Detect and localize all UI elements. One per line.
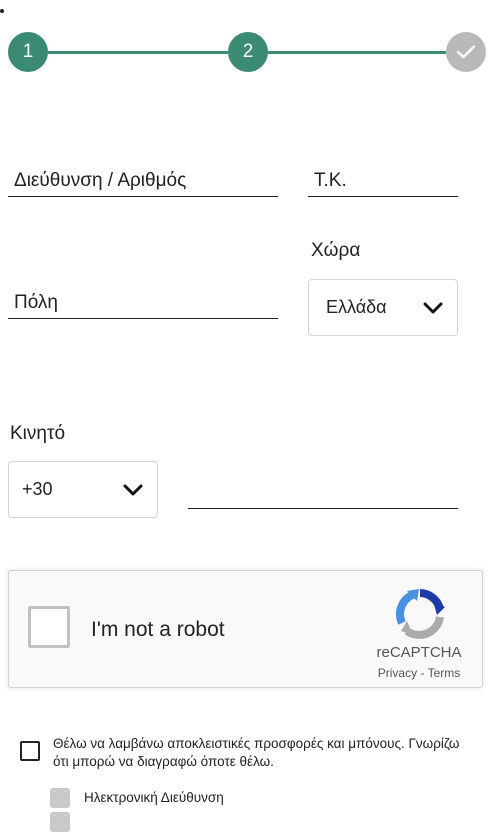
country-select-value: Ελλάδα bbox=[326, 297, 387, 317]
address-field bbox=[8, 166, 278, 197]
step-2-label: 2 bbox=[242, 41, 254, 62]
chevron-down-icon bbox=[123, 484, 143, 495]
step-connector-1 bbox=[48, 51, 228, 54]
recaptcha-widget: I'm not a robot reCAPTCHA Privacy - Term… bbox=[8, 570, 483, 688]
step-2[interactable]: 2 bbox=[228, 32, 268, 72]
city-field bbox=[8, 288, 278, 319]
links-separator: - bbox=[417, 666, 428, 680]
country-label: Χώρα bbox=[311, 240, 361, 261]
privacy-link[interactable]: Privacy bbox=[378, 666, 417, 680]
email-option-checkbox[interactable] bbox=[50, 788, 70, 808]
recaptcha-label: I'm not a robot bbox=[91, 618, 225, 641]
country-select[interactable]: Ελλάδα bbox=[308, 279, 458, 336]
zip-input[interactable] bbox=[308, 170, 458, 192]
phone-code-value: +30 bbox=[22, 479, 53, 499]
recaptcha-brand: reCAPTCHA bbox=[376, 644, 462, 661]
next-option-checkbox[interactable] bbox=[50, 812, 70, 832]
chevron-down-icon bbox=[423, 302, 443, 313]
recaptcha-links: Privacy - Terms bbox=[369, 666, 469, 680]
progress-stepper: 1 2 bbox=[0, 0, 490, 100]
mobile-label: Κινητό bbox=[10, 423, 66, 444]
check-icon bbox=[456, 45, 476, 59]
recaptcha-checkbox[interactable] bbox=[28, 606, 70, 648]
step-1[interactable]: 1 bbox=[8, 32, 48, 72]
recaptcha-logo-icon bbox=[396, 589, 445, 639]
step-connector-2 bbox=[268, 51, 446, 54]
newsletter-checkbox[interactable] bbox=[20, 741, 40, 761]
step-3 bbox=[446, 32, 486, 72]
email-option-label: Ηλεκτρονική Διεύθυνση bbox=[84, 790, 224, 805]
phone-code-select[interactable]: +30 bbox=[8, 461, 158, 518]
mobile-input[interactable] bbox=[188, 482, 458, 504]
newsletter-text: Θέλω να λαμβάνω αποκλειστικές προσφορές … bbox=[53, 736, 460, 769]
mobile-field bbox=[188, 478, 458, 509]
city-input[interactable] bbox=[8, 292, 278, 314]
terms-link[interactable]: Terms bbox=[428, 666, 461, 680]
step-1-label: 1 bbox=[22, 41, 34, 62]
address-input[interactable] bbox=[8, 170, 278, 192]
zip-field bbox=[308, 166, 458, 197]
